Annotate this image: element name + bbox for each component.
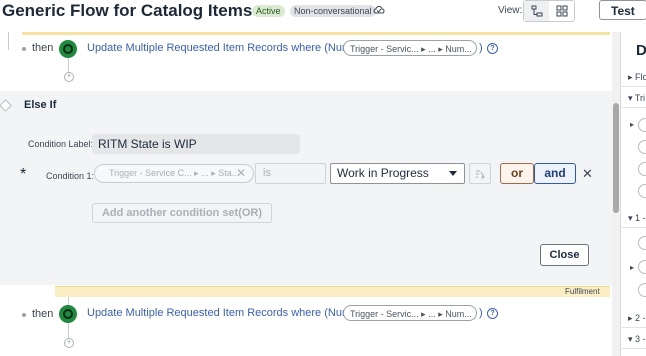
step-action-link[interactable]: Update Multiple Requested Item Records w… <box>87 42 378 54</box>
data-pill[interactable]: Trigger - Servic... ▸ ... ▸ Num... <box>343 40 477 56</box>
required-mark: * <box>20 166 27 183</box>
tree-view-icon[interactable] <box>524 1 549 21</box>
operator-field[interactable]: is <box>255 163 326 184</box>
step-status-icon <box>59 40 77 58</box>
expand-icon[interactable]: ▸ <box>630 120 634 129</box>
data-pill-icon[interactable] <box>638 184 646 198</box>
data-pill-icon[interactable] <box>638 236 646 250</box>
then-label: then <box>32 308 54 320</box>
close-button[interactable]: Close <box>540 244 589 266</box>
remove-condition-icon[interactable]: ✕ <box>582 164 593 183</box>
data-panel-row[interactable]: ▸ Flo <box>620 67 646 87</box>
help-icon[interactable]: ? <box>487 308 498 319</box>
add-step-icon[interactable]: + <box>64 72 74 82</box>
data-panel-row[interactable]: ▸ 2 - <box>620 308 646 328</box>
fulfilment-stage-band <box>55 287 610 297</box>
connector-line <box>8 32 9 50</box>
flow-title: Generic Flow for Catalog Items <box>2 1 253 20</box>
data-picker-icon[interactable] <box>469 163 491 184</box>
value-select[interactable]: Work in Progress <box>330 163 465 184</box>
condition-caption: Condition 1: <box>46 171 95 181</box>
stage-band-top <box>22 32 610 35</box>
add-step-icon[interactable]: + <box>64 338 74 348</box>
condition-label-input[interactable]: RITM State is WIP <box>92 134 300 154</box>
fulfilment-label: Fulfilment <box>565 287 600 296</box>
then-label: then <box>32 42 54 54</box>
data-pill-icon[interactable] <box>638 260 646 274</box>
cloud-sync-icon[interactable] <box>373 3 385 15</box>
data-pill[interactable]: Trigger - Servic... ▸ ... ▸ Num... <box>343 305 477 321</box>
view-label: View: <box>498 5 523 16</box>
data-pill-icon[interactable] <box>638 162 646 176</box>
data-panel-row[interactable]: ▾ 1 - <box>620 208 646 228</box>
close-paren: ) <box>479 307 483 319</box>
step-dot <box>22 47 26 51</box>
clear-pill-icon[interactable]: ✕ <box>236 164 246 183</box>
data-pill-icon[interactable] <box>638 140 646 154</box>
type-badge: Non-conversational <box>290 5 376 17</box>
test-button[interactable]: Test <box>599 0 646 20</box>
and-button[interactable]: and <box>534 163 576 184</box>
condition-label-caption: Condition Label: <box>28 139 94 149</box>
data-panel-title: D <box>636 42 646 59</box>
or-button[interactable]: or <box>500 163 534 184</box>
step-dot <box>22 313 26 317</box>
view-toggle <box>523 0 575 22</box>
chevron-down-icon <box>449 171 457 176</box>
else-if-panel <box>0 91 612 285</box>
expand-icon[interactable]: ▸ <box>630 263 634 272</box>
data-panel-row[interactable]: ▾ 3 - <box>620 329 646 349</box>
status-badge: Active <box>252 5 285 17</box>
grid-view-icon[interactable] <box>549 1 574 21</box>
step-action-link[interactable]: Update Multiple Requested Item Records w… <box>87 307 378 319</box>
condition-field-pill[interactable]: Trigger - Service C... ▸ ... ▸ Sta... <box>94 164 254 183</box>
else-if-title: Else If <box>24 99 57 111</box>
data-pill-icon[interactable] <box>638 118 646 132</box>
data-panel-row[interactable]: ▾ Tri <box>620 88 646 108</box>
help-icon[interactable]: ? <box>487 43 498 54</box>
close-paren: ) <box>479 42 483 54</box>
add-condition-set-button[interactable]: Add another condition set(OR) <box>92 203 272 223</box>
data-pill-icon[interactable] <box>638 283 646 297</box>
step-status-icon <box>59 305 77 323</box>
scrollbar-thumb[interactable] <box>613 103 619 213</box>
